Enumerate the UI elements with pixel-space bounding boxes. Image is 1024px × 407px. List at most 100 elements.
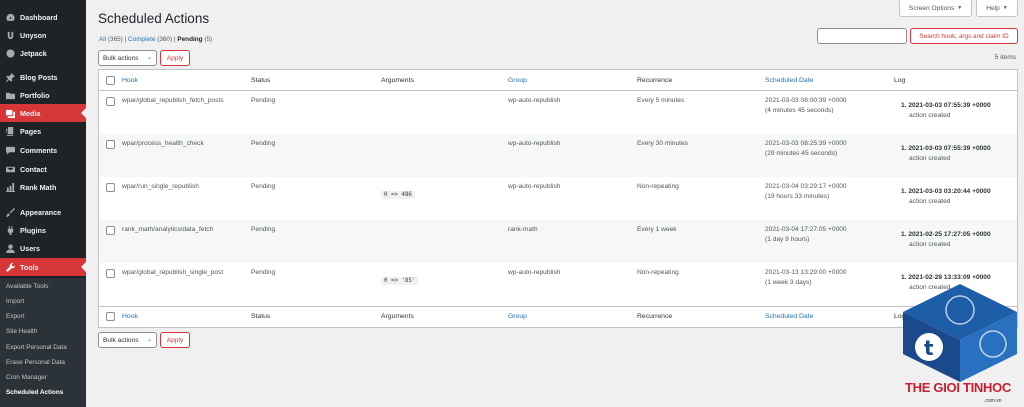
row-checkbox[interactable] — [106, 226, 115, 235]
sidebar-item-label: Appearance — [20, 207, 62, 217]
search-button[interactable]: Search hook, args and claim ID — [910, 28, 1018, 44]
page-title: Scheduled Actions — [98, 11, 210, 26]
row-date-relative: (1 week 3 days) — [765, 279, 812, 286]
column-status: Status — [251, 77, 271, 84]
row-recurrence: Every 1 week — [637, 226, 677, 233]
row-date: 2021-03-13 13:29:00 +0000 — [765, 269, 847, 276]
sidebar-item-rank-math[interactable]: Rank Math — [0, 178, 86, 196]
sidebar-item-tools[interactable]: Tools — [0, 258, 86, 276]
row-recurrence: Non-repeating — [637, 183, 679, 190]
row-checkbox[interactable] — [106, 97, 115, 106]
select-all-checkbox-footer[interactable] — [106, 312, 115, 321]
watermark-domain: .com.vn — [984, 398, 1002, 404]
submenu-export[interactable]: Export — [6, 313, 24, 320]
sidebar-item-portfolio[interactable]: Portfolio — [0, 86, 86, 104]
row-recurrence: Every 5 minutes — [637, 97, 685, 104]
row-group: wp-auto-republish — [508, 183, 561, 190]
filter-complete-count: (360) — [157, 36, 173, 43]
sidebar-item-dashboard[interactable]: Dashboard — [0, 8, 86, 26]
row-hook[interactable]: rank_math/analytics/data_fetch — [122, 226, 213, 233]
watermark-brand-b: TINHOC — [962, 380, 1012, 395]
submenu-import[interactable]: Import — [6, 298, 24, 305]
select-all-checkbox[interactable] — [106, 76, 115, 85]
column-arguments: Arguments — [381, 77, 414, 84]
row-checkbox[interactable] — [106, 140, 115, 149]
sidebar-item-plugins[interactable]: Plugins — [0, 221, 86, 239]
scheduled-actions-table: Hook Status Arguments Group Recurrence S… — [98, 69, 1018, 328]
column-arguments-footer: Arguments — [381, 313, 414, 320]
column-group[interactable]: Group — [508, 77, 527, 84]
row-arguments: 0 => 486 — [381, 191, 415, 199]
screen-options-label: Screen Options — [908, 4, 955, 12]
sidebar-item-pages[interactable]: Pages — [0, 122, 86, 140]
sidebar-item-blog-posts[interactable]: Blog Posts — [0, 68, 86, 86]
sidebar-item-appearance[interactable]: Appearance — [0, 203, 86, 221]
column-status-footer: Status — [251, 313, 271, 320]
filter-separator: | — [124, 36, 127, 43]
submenu-available-tools[interactable]: Available Tools — [6, 283, 48, 290]
watermark-brand: THE GIOI TINHOC — [905, 380, 1011, 395]
row-group: wp-auto-republish — [508, 97, 561, 104]
apply-button-top[interactable]: Apply — [160, 50, 190, 66]
row-group: wp-auto-republish — [508, 140, 561, 147]
bulk-actions-label: Bulk actions — [103, 54, 139, 62]
table-row: wpar/global_republish_fetch_posts Pendin… — [99, 91, 1017, 134]
row-recurrence: Every 30 minutes — [637, 140, 688, 147]
row-date: 2021-03-04 17:27:05 +0000 — [765, 226, 847, 233]
sidebar-item-media[interactable]: Media — [0, 104, 86, 122]
sidebar-item-label: Media — [20, 108, 41, 118]
row-hook[interactable]: wpar/global_republish_single_post — [122, 269, 223, 276]
row-date: 2021-03-03 08:25:39 +0000 — [765, 140, 847, 147]
column-group-footer[interactable]: Group — [508, 313, 527, 320]
row-hook[interactable]: wpar/process_health_check — [122, 140, 204, 147]
caret-down-icon: ▼ — [1002, 5, 1008, 11]
submenu-erase-personal-data[interactable]: Erase Personal Data — [6, 359, 65, 366]
submenu-scheduled-actions[interactable]: Scheduled Actions — [6, 389, 63, 396]
help-label: Help — [986, 4, 1000, 12]
search-input[interactable] — [817, 28, 907, 44]
row-checkbox[interactable] — [106, 269, 115, 278]
bulk-actions-select-top[interactable]: Bulk actions ⌄ — [98, 50, 157, 66]
sidebar-item-jetpack[interactable]: Jetpack — [0, 44, 86, 62]
column-scheduled-date-footer[interactable]: Scheduled Date — [765, 313, 813, 320]
row-log-date: 1. 2021-02-25 17:27:05 +0000 — [901, 231, 991, 238]
sidebar-item-users[interactable]: Users — [0, 239, 86, 257]
submenu-export-personal-data[interactable]: Export Personal Data — [6, 344, 67, 351]
plugin-icon — [5, 225, 15, 235]
footer-divider — [99, 306, 1017, 307]
sidebar-item-comments[interactable]: Comments — [0, 141, 86, 159]
chevron-down-icon: ⌄ — [146, 337, 152, 343]
row-checkbox[interactable] — [106, 183, 115, 192]
row-log-message: action created — [909, 155, 951, 162]
row-hook[interactable]: wpar/global_republish_fetch_posts — [122, 97, 224, 104]
filter-all[interactable]: All — [99, 36, 106, 43]
watermark-brand-a: THE GIOI — [905, 380, 960, 395]
column-scheduled-date[interactable]: Scheduled Date — [765, 77, 813, 84]
svg-text:t: t — [924, 336, 934, 360]
bulk-actions-select-bottom[interactable]: Bulk actions ⌄ — [98, 332, 157, 348]
sidebar-item-label: Rank Math — [20, 182, 57, 192]
filter-complete[interactable]: Complete — [128, 36, 155, 43]
column-hook[interactable]: Hook — [122, 77, 138, 84]
row-date: 2021-03-03 08:00:39 +0000 — [765, 97, 847, 104]
sidebar-item-label: Pages — [20, 126, 42, 136]
jetpack-icon — [5, 48, 15, 58]
table-row: wpar/global_republish_single_post Pendin… — [99, 263, 1017, 306]
screen-options-button[interactable]: Screen Options ▼ — [899, 0, 972, 17]
filter-pending[interactable]: Pending — [177, 36, 202, 43]
apply-button-bottom[interactable]: Apply — [160, 332, 190, 348]
sidebar-item-label: Comments — [20, 145, 58, 155]
sidebar-item-unyson[interactable]: Unyson — [0, 26, 86, 44]
help-button[interactable]: Help ▼ — [976, 0, 1018, 17]
sidebar-item-label: Unyson — [20, 30, 47, 40]
column-recurrence-footer: Recurrence — [637, 313, 673, 320]
sidebar-item-label: Plugins — [20, 225, 46, 235]
row-status: Pending — [251, 226, 276, 233]
row-date-relative: (4 minutes 45 seconds) — [765, 107, 834, 114]
column-hook-footer[interactable]: Hook — [122, 313, 138, 320]
submenu-cron-manager[interactable]: Cron Manager — [6, 374, 47, 381]
submenu-site-health[interactable]: Site Health — [6, 328, 37, 335]
row-hook[interactable]: wpar/run_single_republish — [122, 183, 199, 190]
sidebar-item-contact[interactable]: Contact — [0, 160, 86, 178]
chart-icon — [5, 182, 15, 192]
